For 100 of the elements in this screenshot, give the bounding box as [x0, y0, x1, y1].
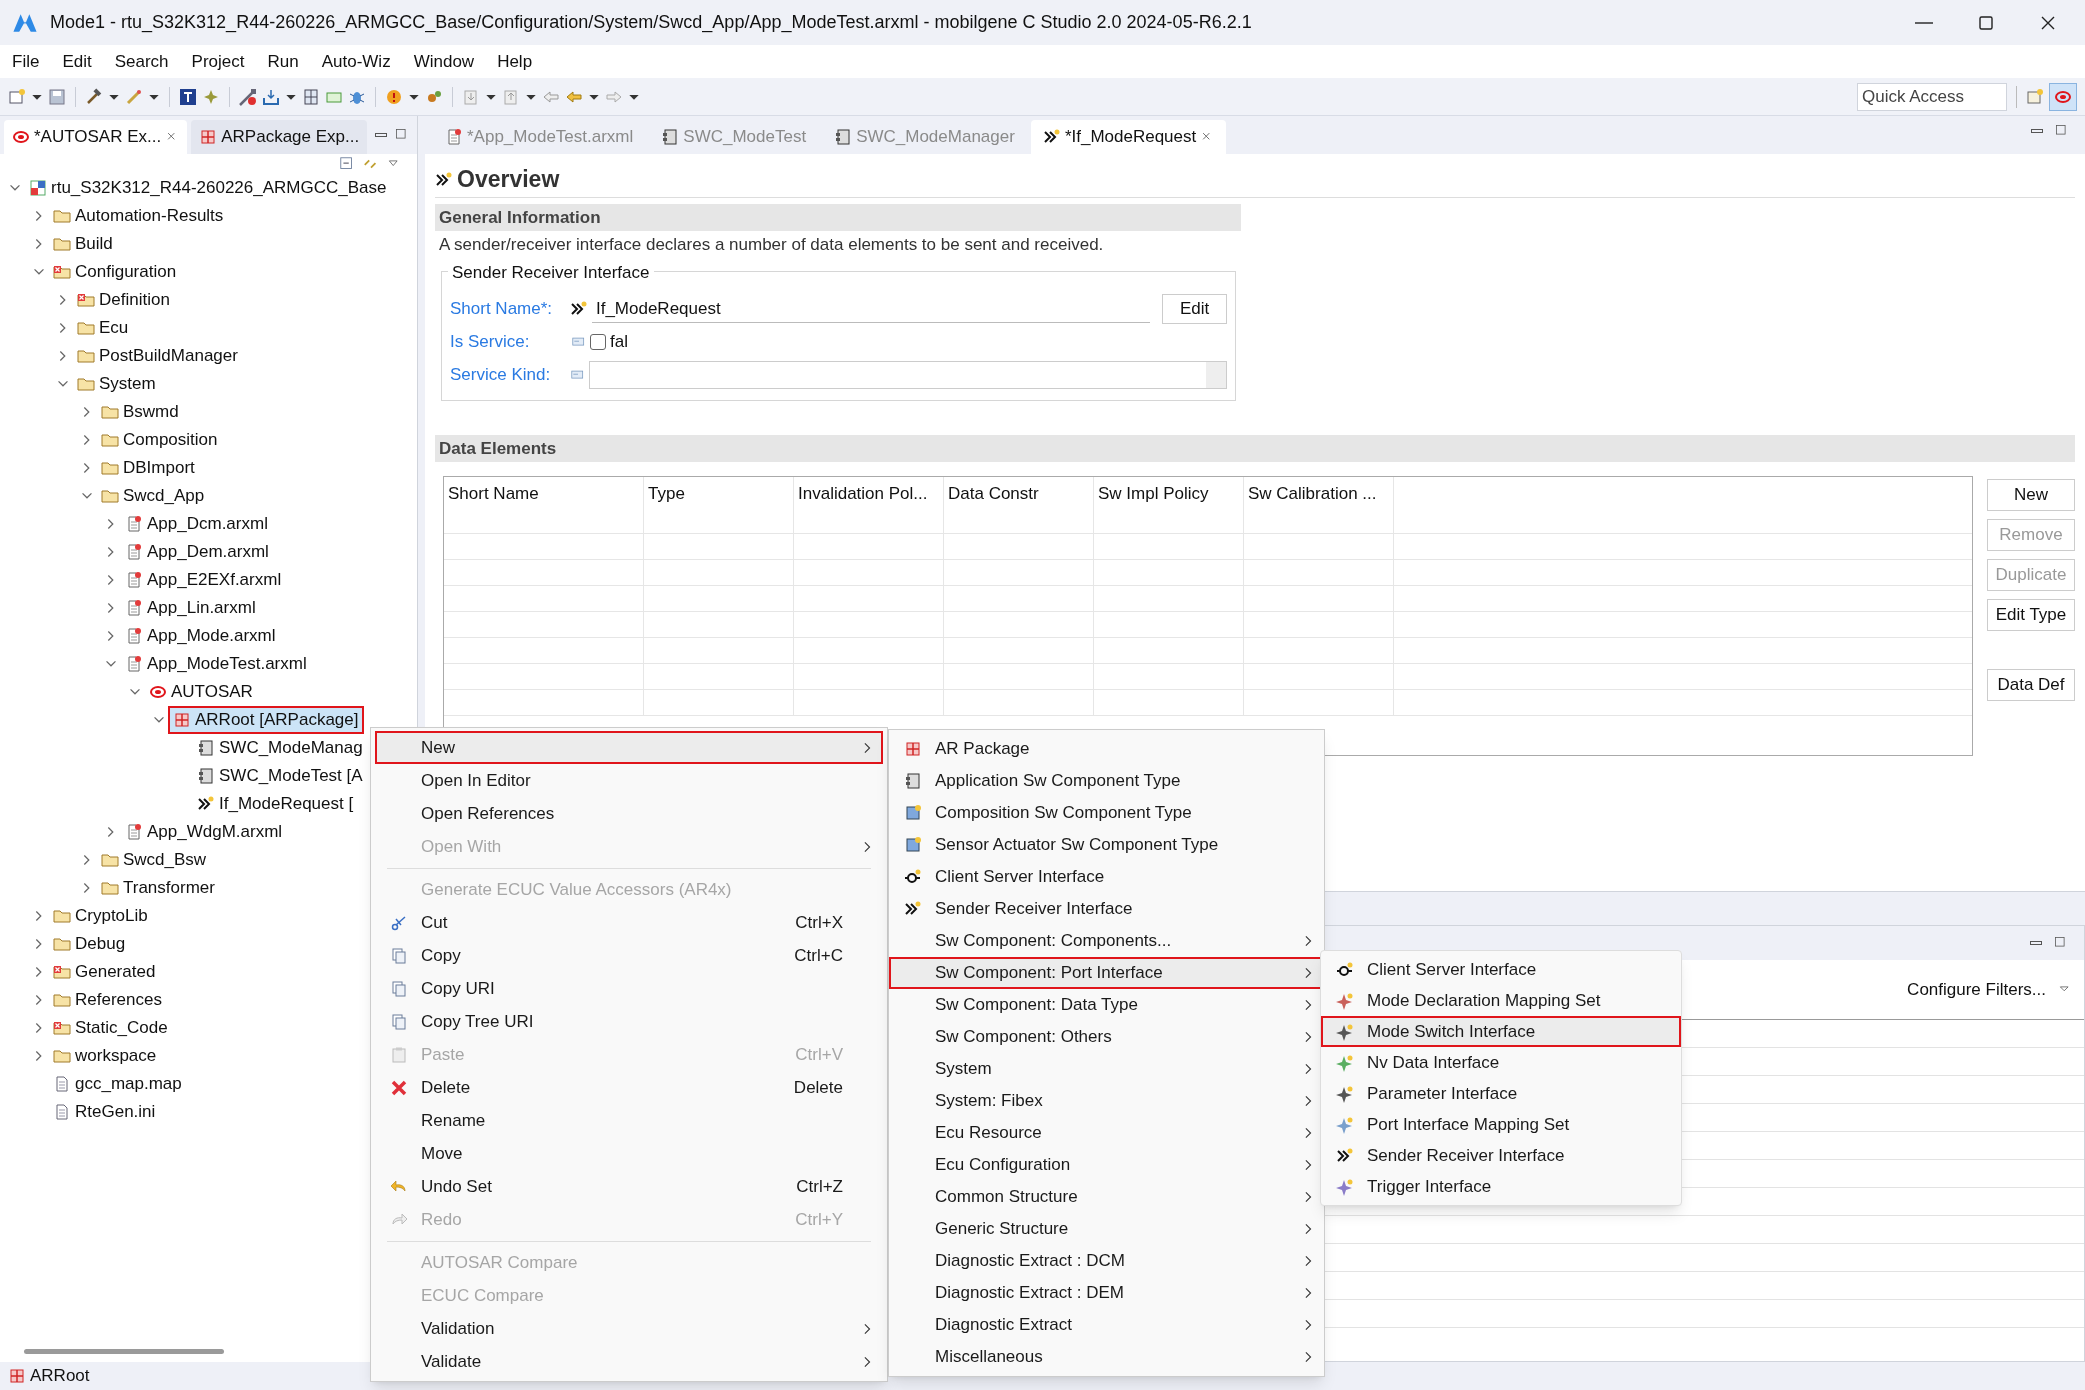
column-header[interactable]: Type [644, 477, 794, 533]
tree-item[interactable]: AUTOSAR [144, 678, 259, 706]
tree-item[interactable]: App_Lin.arxml [120, 594, 262, 622]
menu-item[interactable]: Diagnostic Extract [889, 1309, 1324, 1341]
tree-item[interactable]: References [48, 986, 168, 1014]
tree-item[interactable]: App_WdgM.arxml [120, 818, 289, 846]
menu-item[interactable]: Diagnostic Extract : DCM [889, 1245, 1324, 1277]
tree-item[interactable]: Build [48, 230, 119, 258]
column-header[interactable]: Short Name [444, 477, 644, 533]
menu-item[interactable]: Sensor Actuator Sw Component Type [889, 829, 1324, 861]
menu-item[interactable]: Client Server Interface [1321, 954, 1681, 985]
column-header[interactable]: Sw Calibration ... [1244, 477, 1394, 533]
menu-item[interactable]: Composition Sw Component Type [889, 797, 1324, 829]
menu-item[interactable]: Generic Structure [889, 1213, 1324, 1245]
tree-item[interactable]: System [72, 370, 162, 398]
tree-item[interactable]: App_Dcm.arxml [120, 510, 274, 538]
configure-filters-button[interactable]: Configure Filters... [1907, 976, 2046, 1003]
menu-item[interactable]: Mode Declaration Mapping Set [1321, 985, 1681, 1016]
table-action-button[interactable]: Data Def [1987, 669, 2075, 701]
menu-item[interactable]: Validation [375, 1312, 883, 1345]
tree-item[interactable]: Debug [48, 930, 132, 958]
menu-item[interactable]: System [889, 1053, 1324, 1085]
menu-item[interactable]: Rename [375, 1104, 883, 1137]
tree-item[interactable]: gcc_map.map [48, 1070, 188, 1098]
menu-item[interactable]: Open In Editor [375, 764, 883, 797]
tree-item[interactable]: Composition [96, 426, 224, 454]
menu-bar-item[interactable]: Project [191, 48, 245, 75]
tree-item[interactable]: RteGen.ini [48, 1098, 162, 1126]
menu-bar-item[interactable]: Edit [62, 48, 92, 75]
perspective-button[interactable] [2049, 82, 2077, 111]
tree-item[interactable]: ARRoot [ARPackage] [168, 706, 365, 734]
tree-item[interactable]: Static_Code [48, 1014, 174, 1042]
menu-item[interactable]: Delete Delete [375, 1071, 883, 1104]
menu-item[interactable]: Copy Ctrl+C [375, 939, 883, 972]
column-header[interactable]: Sw Impl Policy [1094, 477, 1244, 533]
table-action-button[interactable]: New [1987, 479, 2075, 511]
menu-item[interactable]: System: Fibex [889, 1085, 1324, 1117]
menu-item[interactable]: Ecu Configuration [889, 1149, 1324, 1181]
edit-button[interactable]: Edit [1162, 294, 1227, 324]
tree-item[interactable]: Transformer [96, 874, 221, 902]
menu-item[interactable]: Copy URI [375, 972, 883, 1005]
tree-item[interactable]: PostBuildManager [72, 342, 244, 370]
short-name-field[interactable]: If_ModeRequest [591, 295, 1151, 323]
menu-item[interactable]: Sender Receiver Interface [1321, 1140, 1681, 1171]
scrollbar[interactable] [24, 1348, 224, 1354]
tree-item[interactable]: App_Dem.arxml [120, 538, 275, 566]
menu-item[interactable]: Mode Switch Interface [1321, 1016, 1681, 1047]
tree-item[interactable]: Generated [48, 958, 162, 986]
menu-bar-item[interactable]: Window [413, 48, 475, 75]
tree-item[interactable]: Automation-Results [48, 202, 230, 230]
menu-bar-item[interactable]: Search [114, 48, 169, 75]
tree-item[interactable]: App_Mode.arxml [120, 622, 282, 650]
menu-item[interactable]: Copy Tree URI [375, 1005, 883, 1038]
menu-item[interactable]: Sw Component: Others [889, 1021, 1324, 1053]
menu-item[interactable]: Open References [375, 797, 883, 830]
view-tab[interactable]: ARPackage Exp... [191, 120, 368, 154]
tree-item[interactable]: App_ModeTest.arxml [120, 650, 313, 678]
menu-bar-item[interactable]: Run [267, 48, 299, 75]
menu-item[interactable]: Sender Receiver Interface [889, 893, 1324, 925]
service-kind-field[interactable] [589, 361, 1227, 389]
menu-item[interactable]: Common Structure [889, 1181, 1324, 1213]
tree-item[interactable]: Swcd_App [96, 482, 211, 510]
menu-bar-item[interactable]: File [12, 48, 40, 75]
column-header[interactable]: Invalidation Pol... [794, 477, 944, 533]
quick-access-field[interactable]: Quick Access [1857, 82, 2007, 111]
menu-item[interactable]: Parameter Interface [1321, 1078, 1681, 1109]
menu-item[interactable]: Undo Set Ctrl+Z [375, 1170, 883, 1203]
menu-item[interactable]: Miscellaneous [889, 1341, 1324, 1373]
menu-item[interactable]: Ecu Resource [889, 1117, 1324, 1149]
tree-item[interactable]: Configuration [48, 258, 183, 286]
menu-bar-item[interactable]: Help [497, 48, 533, 75]
editor-tab[interactable]: *If_ModeRequest [1030, 120, 1227, 154]
table-action-button[interactable]: Edit Type [1987, 599, 2075, 631]
tree-item[interactable]: Definition [72, 286, 176, 314]
tree-item[interactable]: App_E2EXf.arxml [120, 566, 288, 594]
tree-item[interactable]: Bswmd [96, 398, 185, 426]
tree-item[interactable]: If_ModeRequest [ [192, 790, 360, 818]
menu-item[interactable]: Nv Data Interface [1321, 1047, 1681, 1078]
tree-item[interactable]: Swcd_Bsw [96, 846, 213, 874]
menu-bar-item[interactable]: Auto-Wiz [321, 48, 391, 75]
menu-item[interactable]: Cut Ctrl+X [375, 906, 883, 939]
tree-item[interactable]: workspace [48, 1042, 163, 1070]
tree-item[interactable]: CryptoLib [48, 902, 154, 930]
menu-item[interactable]: Diagnostic Extract : DEM [889, 1277, 1324, 1309]
menu-item[interactable]: Port Interface Mapping Set [1321, 1109, 1681, 1140]
view-tab[interactable]: *AUTOSAR Ex... [4, 120, 188, 154]
menu-item[interactable]: New [375, 731, 883, 764]
tree-item[interactable]: SWC_ModeTest [A [192, 762, 369, 790]
menu-item[interactable]: Validate [375, 1345, 883, 1378]
menu-item[interactable]: Client Server Interface [889, 861, 1324, 893]
checkbox[interactable] [590, 334, 606, 350]
menu-item[interactable]: AR Package [889, 733, 1324, 765]
tree-item[interactable]: SWC_ModeManag [192, 734, 369, 762]
menu-item[interactable]: Application Sw Component Type [889, 765, 1324, 797]
menu-item[interactable]: Move [375, 1137, 883, 1170]
menu-item[interactable]: Trigger Interface [1321, 1171, 1681, 1202]
column-header[interactable]: Data Constr [944, 477, 1094, 533]
menu-item[interactable]: Sw Component: Data Type [889, 989, 1324, 1021]
tree-item[interactable]: Ecu [72, 314, 135, 342]
tree-item[interactable]: rtu_S32K312_R44-260226_ARMGCC_Base [24, 174, 393, 202]
